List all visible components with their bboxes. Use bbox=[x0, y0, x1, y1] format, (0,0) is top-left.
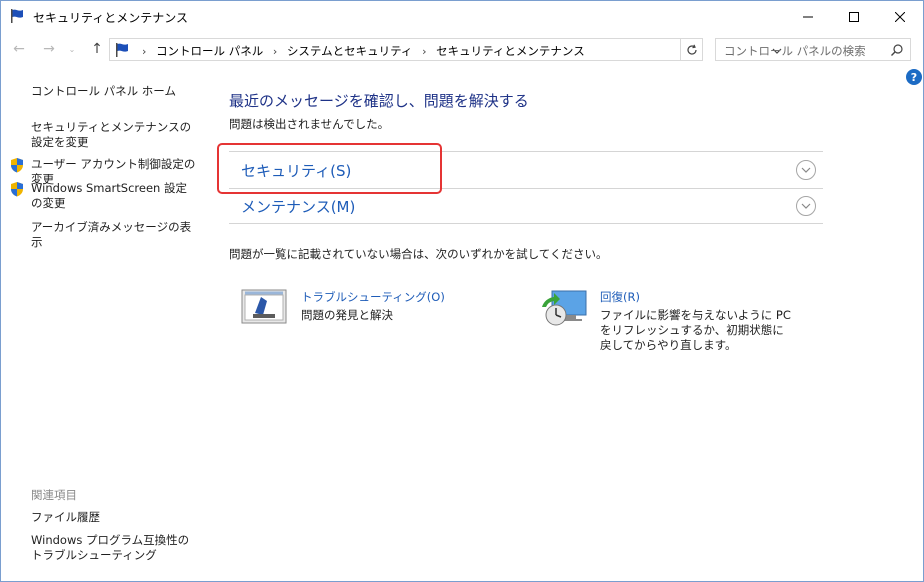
control-panel-flag-icon bbox=[116, 43, 128, 57]
uac-shield-icon bbox=[11, 158, 23, 173]
recovery-icon bbox=[542, 290, 587, 326]
troubleshooting-tile: トラブルシューティング(O) 問題の発見と解決 bbox=[241, 289, 501, 329]
sidebar-item-smartscreen-settings[interactable]: Windows SmartScreen 設定の変更 bbox=[31, 181, 196, 211]
refresh-button[interactable] bbox=[681, 38, 703, 61]
related-link-compat-troubleshooting[interactable]: Windows プログラム互換性のトラブルシューティング bbox=[31, 533, 196, 563]
recovery-link[interactable]: 回復(R) bbox=[600, 289, 640, 305]
sidebar-item-archived-messages[interactable]: アーカイブ済みメッセージの表示 bbox=[31, 220, 196, 250]
recovery-desc: ファイルに影響を与えないように PC をリフレッシュするか、初期状態に戻してから… bbox=[600, 308, 791, 352]
troubleshooting-icon bbox=[241, 289, 287, 324]
refresh-icon bbox=[686, 44, 697, 55]
maximize-button[interactable] bbox=[831, 1, 877, 32]
search-icon bbox=[891, 44, 903, 56]
search-input[interactable]: コントロール パネルの検索 bbox=[715, 38, 911, 61]
close-icon bbox=[895, 11, 905, 22]
minimize-icon bbox=[803, 16, 813, 17]
back-arrow-icon: ← bbox=[13, 41, 25, 57]
breadcrumb-separator: › bbox=[142, 45, 147, 58]
sidebar-item-change-settings[interactable]: セキュリティとメンテナンスの設定を変更 bbox=[31, 120, 196, 150]
breadcrumb-system-security[interactable]: システムとセキュリティ bbox=[287, 43, 412, 59]
address-toolbar: ← → ⌄ ↑ › コントロール パネル › システムとセキュリティ › セキュ… bbox=[1, 34, 923, 64]
chevron-down-icon: ⌄ bbox=[68, 44, 76, 54]
up-arrow-icon: ↑ bbox=[91, 41, 103, 57]
highlight-box bbox=[217, 143, 442, 194]
sidebar-home-link[interactable]: コントロール パネル ホーム bbox=[31, 84, 196, 99]
forward-button[interactable]: → bbox=[39, 39, 59, 59]
breadcrumb-separator[interactable]: › bbox=[273, 45, 277, 58]
help-icon: ? bbox=[910, 70, 918, 84]
chevron-down-icon[interactable] bbox=[796, 196, 816, 216]
address-bar[interactable]: › コントロール パネル › システムとセキュリティ › セキュリティとメンテナ… bbox=[109, 38, 782, 61]
related-link-file-history[interactable]: ファイル履歴 bbox=[31, 510, 196, 525]
recent-locations-button[interactable]: ⌄ bbox=[65, 39, 79, 59]
close-button[interactable] bbox=[877, 1, 923, 32]
title-bar: セキュリティとメンテナンス bbox=[1, 1, 923, 32]
troubleshooting-desc: 問題の発見と解決 bbox=[301, 308, 393, 322]
search-placeholder: コントロール パネルの検索 bbox=[724, 44, 866, 58]
breadcrumb-security-maintenance[interactable]: セキュリティとメンテナンス bbox=[436, 43, 585, 59]
forward-arrow-icon: → bbox=[43, 41, 55, 57]
maximize-icon bbox=[849, 11, 859, 22]
hint-text: 問題が一覧に記載されていない場合は、次のいずれかを試してください。 bbox=[229, 247, 608, 261]
breadcrumb-separator[interactable]: › bbox=[422, 45, 426, 58]
breadcrumb-control-panel[interactable]: コントロール パネル bbox=[156, 43, 263, 59]
recovery-tile: 回復(R) ファイルに影響を与えないように PC をリフレッシュするか、初期状態… bbox=[540, 289, 810, 359]
up-button[interactable]: ↑ bbox=[87, 39, 107, 59]
window-title: セキュリティとメンテナンス bbox=[33, 11, 189, 25]
chevron-down-icon[interactable] bbox=[796, 160, 816, 180]
help-button[interactable]: ? bbox=[906, 69, 922, 85]
flag-icon bbox=[11, 9, 23, 23]
section-maintenance-label: メンテナンス(M) bbox=[241, 198, 356, 216]
section-divider bbox=[229, 223, 823, 224]
page-status-text: 問題は検出されませんでした。 bbox=[229, 117, 390, 131]
related-heading: 関連項目 bbox=[31, 488, 77, 502]
uac-shield-icon bbox=[11, 182, 23, 197]
minimize-button[interactable] bbox=[785, 1, 831, 32]
window: セキュリティとメンテナンス ← → ⌄ ↑ › コントロール パネル › システ… bbox=[0, 0, 924, 582]
breadcrumb: › コントロール パネル › システムとセキュリティ › セキュリティとメンテナ… bbox=[136, 43, 585, 59]
troubleshooting-link[interactable]: トラブルシューティング(O) bbox=[301, 289, 445, 305]
back-button[interactable]: ← bbox=[9, 39, 29, 59]
page-title: 最近のメッセージを確認し、問題を解決する bbox=[229, 92, 529, 110]
